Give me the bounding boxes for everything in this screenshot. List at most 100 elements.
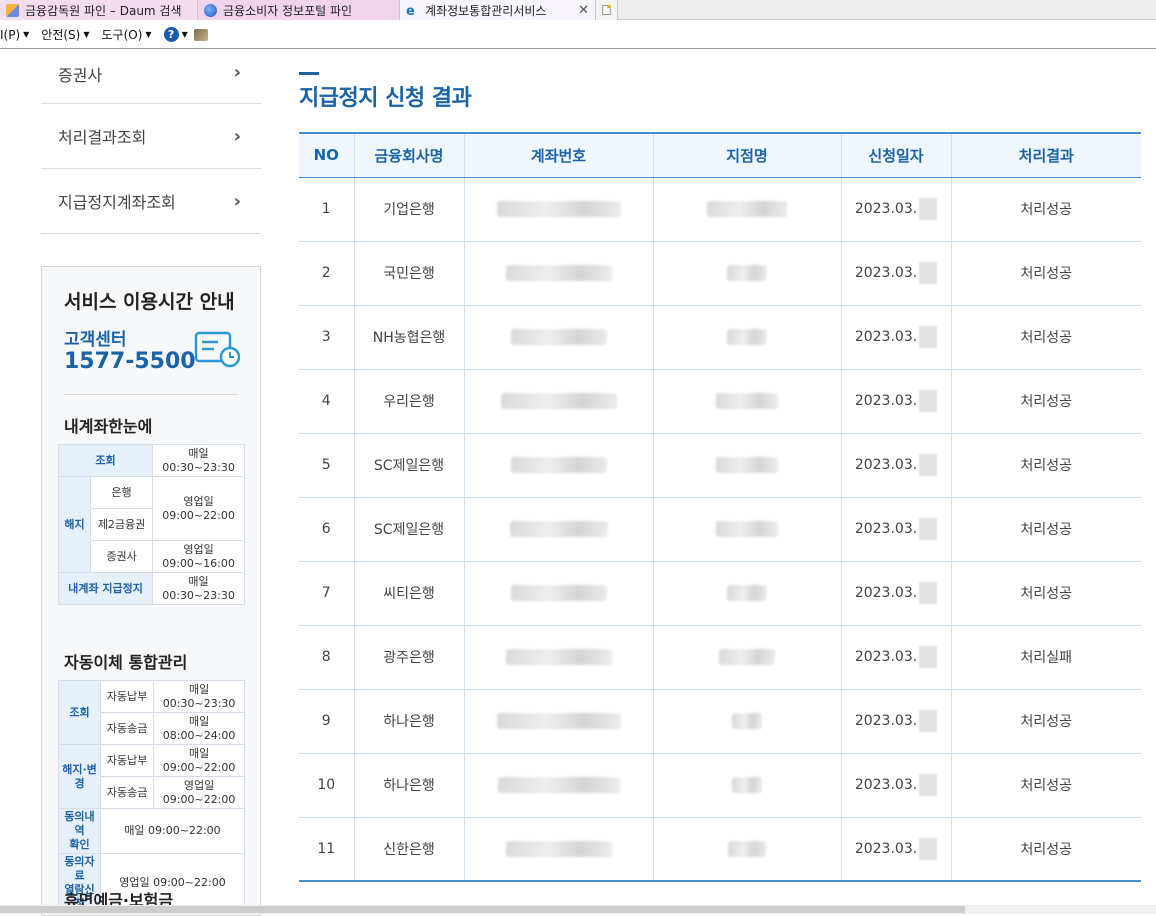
cell-date: 2023.03. bbox=[840, 561, 951, 626]
cell-result: 처리성공 bbox=[950, 753, 1141, 818]
my-accounts-hours-table: 조회 매일 00:30~23:30 해지 은행 영업일 09:00~22:00 … bbox=[57, 444, 245, 605]
tab-label: 계좌정보통합관리서비스 bbox=[425, 3, 547, 18]
cell-no: 7 bbox=[299, 561, 354, 626]
cell-company: 기업은행 bbox=[353, 177, 464, 242]
masked-date-day bbox=[919, 454, 938, 476]
payment-stop-result-table: NO 금융회사명 계좌번호 지점명 신청일자 처리결과 1 기업은행 2023.03… bbox=[299, 132, 1141, 882]
sidebar-item-label: 처리결과조회 bbox=[58, 128, 147, 147]
cell-account-number bbox=[463, 625, 653, 690]
cell-date: 2023.03. bbox=[840, 433, 951, 498]
cell-no: 6 bbox=[299, 497, 354, 562]
cell-no: 1 bbox=[299, 177, 354, 242]
cell-account-number bbox=[463, 497, 653, 562]
masked-account-number bbox=[509, 521, 608, 537]
cell-date: 2023.03. bbox=[840, 817, 951, 882]
table-row: 9 하나은행 2023.03. 처리성공 bbox=[299, 689, 1141, 754]
cell-account-number bbox=[463, 369, 653, 434]
masked-account-number bbox=[505, 840, 612, 857]
cell-label: 해지 bbox=[58, 476, 91, 573]
cell-label: 자동송금 bbox=[99, 776, 155, 809]
cell-account-number bbox=[463, 305, 653, 370]
sidebar-item-stopped-accounts[interactable]: 지급정지계좌조회 › bbox=[41, 169, 261, 234]
cell-no: 4 bbox=[299, 369, 354, 434]
masked-account-number bbox=[497, 777, 620, 793]
cell-label: 자동송금 bbox=[99, 712, 155, 745]
title-accent-bar bbox=[299, 72, 319, 75]
masked-date-day bbox=[919, 582, 938, 604]
menu-safety[interactable]: 안전(S) ▼ bbox=[41, 26, 89, 43]
masked-branch-name bbox=[727, 329, 767, 345]
my-accounts-section-title: 내계좌한눈에 bbox=[64, 417, 153, 436]
customer-center-schedule-icon bbox=[194, 331, 240, 368]
masked-date-day bbox=[919, 198, 938, 220]
cell-result: 처리성공 bbox=[950, 433, 1141, 498]
cell-label: 해지·변경 bbox=[58, 744, 101, 809]
close-tab-icon[interactable]: ✕ bbox=[578, 3, 589, 18]
browser-tab-daum-search[interactable]: 금융감독원 파인 – Daum 검색 bbox=[0, 0, 198, 20]
cell-account-number bbox=[463, 561, 653, 626]
masked-branch-name bbox=[716, 457, 778, 473]
masked-account-number bbox=[505, 649, 612, 665]
chevron-right-icon: › bbox=[233, 62, 241, 83]
browser-tab-account-service[interactable]: e 계좌정보통합관리서비스 ✕ bbox=[400, 0, 596, 20]
cell-company: 신한은행 bbox=[353, 817, 464, 882]
cell-time: 영업일 09:00~16:00 bbox=[152, 540, 245, 573]
help-icon: ? bbox=[163, 27, 179, 42]
cell-date: 2023.03. bbox=[840, 177, 951, 242]
auto-transfer-hours-table: 조회 자동납부 매일 00:30~23:30 자동송금 매일 08:00~24:… bbox=[58, 680, 245, 913]
cell-company: 국민은행 bbox=[353, 241, 464, 306]
divider bbox=[64, 394, 238, 395]
col-header-no: NO bbox=[299, 132, 354, 178]
cell-result: 처리성공 bbox=[950, 177, 1141, 242]
chevron-right-icon: › bbox=[233, 190, 241, 212]
scrollbar-thumb[interactable] bbox=[0, 906, 965, 913]
page-title: 지급정지 신청 결과 bbox=[299, 86, 472, 111]
cell-result: 처리성공 bbox=[950, 305, 1141, 370]
col-header-company: 금융회사명 bbox=[353, 132, 464, 178]
new-tab-button[interactable] bbox=[596, 0, 618, 20]
table-row: 3 NH농협은행 2023.03. 처리성공 bbox=[299, 305, 1141, 370]
menu-tools[interactable]: 도구(O) ▼ bbox=[102, 26, 152, 43]
daum-favicon-icon bbox=[6, 3, 19, 17]
date-text: 2023.03. bbox=[854, 585, 918, 601]
cell-time: 매일 00:30~23:30 bbox=[152, 444, 245, 477]
date-text: 2023.03. bbox=[854, 777, 918, 793]
date-text: 2023.03. bbox=[854, 840, 918, 857]
sidebar-item-securities[interactable]: 증권사 › bbox=[41, 50, 261, 104]
auto-transfer-section-title: 자동이체 통합관리 bbox=[64, 653, 188, 672]
sidebar-item-process-result[interactable]: 처리결과조회 › bbox=[41, 104, 261, 169]
horizontal-scrollbar[interactable] bbox=[0, 905, 1156, 914]
masked-branch-name bbox=[732, 777, 762, 793]
cell-company: SC제일은행 bbox=[353, 433, 464, 498]
masked-branch-name bbox=[732, 713, 762, 729]
caret-down-icon: ▼ bbox=[83, 30, 90, 39]
table-row: 8 광주은행 2023.03. 처리실패 bbox=[299, 625, 1141, 690]
cell-date: 2023.03. bbox=[840, 625, 951, 690]
masked-date-day bbox=[919, 518, 938, 540]
cell-company: 씨티은행 bbox=[353, 561, 464, 626]
cell-no: 8 bbox=[299, 625, 354, 690]
cell-date: 2023.03. bbox=[840, 689, 951, 754]
masked-account-number bbox=[500, 393, 617, 409]
cell-date: 2023.03. bbox=[840, 753, 951, 818]
tab-label: 금융소비자 정보포털 파인 bbox=[223, 3, 353, 18]
menu-help[interactable]: ? ▼ bbox=[163, 27, 208, 42]
cell-label: 동의내역 확인 bbox=[58, 808, 101, 854]
cell-result: 처리실패 bbox=[950, 625, 1141, 690]
research-icon[interactable] bbox=[193, 28, 208, 41]
cell-no: 3 bbox=[299, 305, 354, 370]
sidebar-item-label: 증권사 bbox=[58, 66, 103, 85]
menu-page[interactable]: I(P) ▼ bbox=[0, 28, 29, 42]
browser-tab-fine-portal[interactable]: 금융소비자 정보포털 파인 bbox=[198, 0, 400, 20]
masked-branch-name bbox=[719, 649, 775, 665]
cell-company: 광주은행 bbox=[353, 625, 464, 690]
cell-company: 하나은행 bbox=[353, 753, 464, 818]
masked-date-day bbox=[919, 262, 938, 284]
col-header-result: 처리결과 bbox=[950, 132, 1141, 178]
date-text: 2023.03. bbox=[854, 457, 918, 473]
cell-no: 2 bbox=[299, 241, 354, 306]
cell-date: 2023.03. bbox=[840, 369, 951, 434]
date-text: 2023.03. bbox=[854, 265, 918, 281]
service-hours-title: 서비스 이용시간 안내 bbox=[64, 291, 235, 313]
caret-down-icon: ▼ bbox=[181, 30, 188, 39]
